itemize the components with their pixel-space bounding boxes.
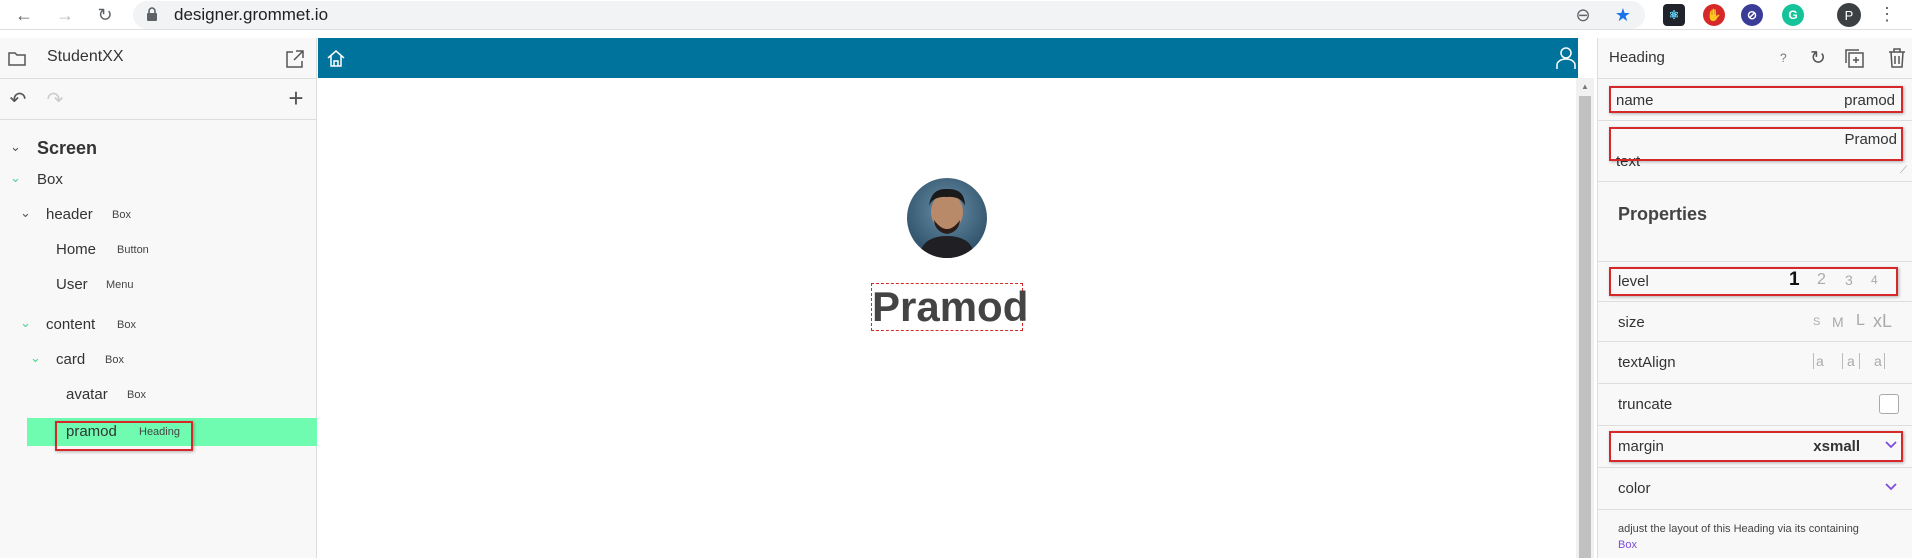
tree-item-name: Box: [37, 171, 63, 188]
text-highlight: [1609, 127, 1903, 161]
size-label: size: [1618, 314, 1645, 331]
tree-item-header[interactable]: ⌄ header Box: [0, 201, 317, 229]
level-highlight: [1609, 267, 1898, 296]
resize-handle-icon[interactable]: ⟋: [1900, 165, 1907, 176]
tree-item-home[interactable]: Home Button: [0, 236, 317, 264]
tree-item-name: User: [56, 276, 88, 293]
tree-actions: ↶ ↷ +: [0, 79, 317, 120]
folder-icon[interactable]: [7, 48, 27, 68]
refresh-icon[interactable]: ↻: [1807, 47, 1829, 69]
truncate-label: truncate: [1618, 396, 1673, 413]
box-link[interactable]: Box: [1618, 539, 1637, 551]
size-option-s[interactable]: S: [1813, 316, 1820, 328]
name-highlight: [1609, 86, 1903, 113]
url-text[interactable]: designer.grommet.io: [174, 5, 328, 25]
left-panel: StudentXX ↶ ↷ + ⌄ Screen ⌄ Box ⌄ header …: [0, 38, 317, 558]
app-header-bar: [318, 38, 1578, 78]
tree-item-name: Screen: [37, 138, 98, 158]
align-left-option[interactable]: a: [1813, 353, 1824, 369]
undo-icon[interactable]: ↶: [7, 88, 29, 111]
share-icon[interactable]: [284, 48, 306, 70]
color-label: color: [1618, 480, 1651, 497]
layout-note-text: adjust the layout of this Heading via it…: [1618, 523, 1859, 535]
reload-icon[interactable]: ↻: [93, 3, 117, 27]
size-option-m[interactable]: M: [1832, 314, 1844, 330]
lock-icon: [147, 7, 157, 21]
tree-item-user[interactable]: User Menu: [0, 271, 317, 299]
tree-item-name: Home: [56, 241, 97, 258]
panel-header: Heading ? ↻: [1598, 38, 1912, 79]
address-bar[interactable]: [133, 1, 1645, 29]
tree-item-name: avatar: [66, 386, 108, 403]
tree-item-type: Box: [112, 209, 131, 221]
trash-icon[interactable]: [1887, 47, 1907, 69]
forward-icon[interactable]: →: [53, 3, 77, 27]
adblock-extension-icon[interactable]: ✋: [1703, 4, 1725, 26]
size-option-xl[interactable]: xL: [1873, 311, 1892, 332]
properties-panel: Heading ? ↻ name pramod text Pramod ⟋ Pr…: [1597, 38, 1912, 558]
react-extension-icon[interactable]: ⚛: [1663, 4, 1685, 26]
tree-item-name: content: [46, 316, 96, 333]
tree-item-type: Box: [105, 354, 124, 366]
project-header: StudentXX: [0, 38, 317, 79]
duplicate-icon[interactable]: [1843, 47, 1865, 69]
truncate-row: truncate: [1598, 384, 1912, 426]
chevron-down-icon[interactable]: ⌄: [10, 139, 21, 155]
browser-menu-icon[interactable]: ⋮: [1878, 4, 1896, 25]
textalign-label: textAlign: [1618, 354, 1676, 371]
tree-item-avatar[interactable]: avatar Box: [0, 381, 317, 409]
canvas-scrollbar[interactable]: ▲: [1576, 78, 1594, 558]
tree-item-type: Box: [117, 319, 136, 331]
tree-item-box[interactable]: ⌄ Box: [0, 166, 317, 194]
color-row[interactable]: color: [1598, 468, 1912, 510]
selection-highlight: [55, 421, 193, 451]
design-canvas: ▲ Pramod: [318, 38, 1594, 558]
add-icon[interactable]: +: [284, 83, 308, 113]
tree-item-name: card: [56, 351, 86, 368]
back-icon[interactable]: ←: [12, 3, 36, 27]
tree-item-screen[interactable]: ⌄ Screen: [0, 135, 317, 163]
profile-avatar[interactable]: P: [1837, 3, 1861, 27]
tree-item-type: Menu: [106, 279, 134, 291]
block-extension-icon[interactable]: ⊘: [1741, 4, 1763, 26]
zoom-icon[interactable]: ⊖: [1571, 3, 1595, 27]
truncate-checkbox[interactable]: [1879, 394, 1899, 414]
layout-note: adjust the layout of this Heading via it…: [1618, 521, 1898, 553]
user-icon[interactable]: [1556, 46, 1576, 70]
grammarly-extension-icon[interactable]: G: [1782, 4, 1804, 26]
bookmark-star-icon[interactable]: ★: [1611, 3, 1635, 27]
textalign-row: textAlign a a a: [1598, 342, 1912, 384]
tree-item-name: header: [46, 206, 93, 223]
margin-highlight: [1609, 431, 1903, 462]
scroll-up-icon[interactable]: ▲: [1581, 82, 1589, 91]
chevron-down-icon[interactable]: ⌄: [20, 315, 31, 331]
chevron-down-icon[interactable]: [1885, 483, 1897, 491]
properties-section: Properties: [1598, 182, 1912, 262]
properties-heading: Properties: [1618, 204, 1708, 224]
scrollbar-thumb[interactable]: [1579, 96, 1591, 558]
tree-item-type: Button: [117, 244, 149, 256]
home-icon[interactable]: [326, 48, 346, 68]
component-title: Heading: [1609, 49, 1665, 66]
chevron-down-icon[interactable]: ⌄: [20, 205, 31, 221]
tree-item-card[interactable]: ⌄ card Box: [0, 346, 317, 374]
avatar-image: [907, 178, 987, 258]
tree-item-type: Box: [127, 389, 146, 401]
redo-icon[interactable]: ↷: [44, 88, 66, 111]
browser-toolbar: ← → ↻ designer.grommet.io ⊖ ★ ⚛ ✋ ⊘ G P …: [0, 0, 1912, 30]
chevron-down-icon[interactable]: ⌄: [10, 170, 21, 186]
align-right-option[interactable]: a: [1874, 353, 1885, 369]
help-icon[interactable]: ?: [1780, 51, 1787, 65]
project-name[interactable]: StudentXX: [47, 48, 124, 66]
align-center-option[interactable]: a: [1842, 353, 1860, 369]
size-row: size S M L xL: [1598, 302, 1912, 342]
tree-item-content[interactable]: ⌄ content Box: [0, 311, 317, 339]
chevron-down-icon[interactable]: ⌄: [30, 350, 41, 366]
canvas-heading[interactable]: Pramod: [871, 283, 1028, 331]
size-option-l[interactable]: L: [1856, 312, 1865, 330]
